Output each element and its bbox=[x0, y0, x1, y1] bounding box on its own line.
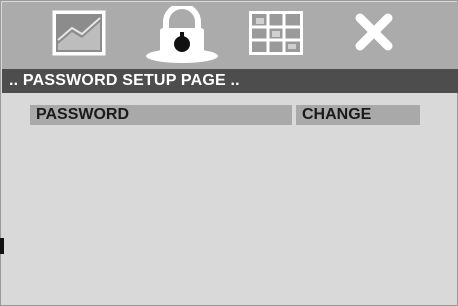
close-icon[interactable] bbox=[354, 12, 394, 52]
page-header-bar: .. PASSWORD SETUP PAGE .. bbox=[2, 69, 458, 93]
menu-toolbar bbox=[2, 2, 458, 69]
change-password-button[interactable]: CHANGE bbox=[296, 105, 420, 125]
grid-icon[interactable] bbox=[248, 10, 304, 56]
setup-menu-panel: .. PASSWORD SETUP PAGE .. PASSWORD CHANG… bbox=[0, 0, 458, 306]
page-title: .. PASSWORD SETUP PAGE .. bbox=[9, 72, 240, 89]
lock-icon[interactable] bbox=[140, 6, 224, 64]
password-label-row[interactable]: PASSWORD bbox=[30, 105, 292, 125]
picture-icon[interactable] bbox=[52, 10, 106, 56]
edge-marker bbox=[0, 238, 4, 254]
change-password-label: CHANGE bbox=[302, 106, 372, 123]
password-label: PASSWORD bbox=[36, 106, 130, 123]
